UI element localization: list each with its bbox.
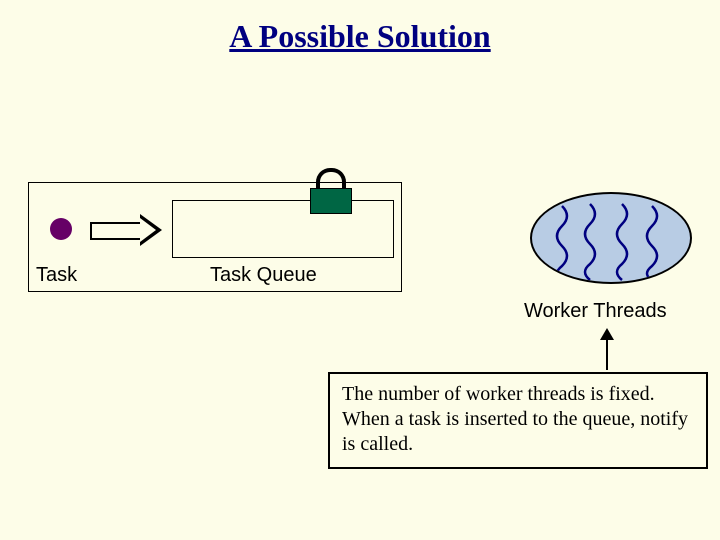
arrow-up-line-icon	[606, 340, 608, 370]
thread-squiggle-icon	[532, 194, 690, 282]
arrow-up-icon	[600, 328, 614, 340]
arrow-right-icon	[90, 222, 140, 240]
task-label: Task	[36, 264, 77, 287]
lock-icon	[310, 188, 352, 214]
task-dot-icon	[50, 218, 72, 240]
worker-threads-label: Worker Threads	[524, 300, 667, 323]
task-queue-label: Task Queue	[210, 264, 317, 287]
slide-title: A Possible Solution	[0, 18, 720, 55]
annotation-note: The number of worker threads is fixed. W…	[328, 372, 708, 469]
task-queue-box	[172, 200, 394, 258]
slide-canvas: A Possible Solution Task Task Queue Work…	[0, 0, 720, 540]
worker-threads-oval	[530, 192, 692, 284]
arrow-right-head-fill-icon	[140, 218, 156, 242]
